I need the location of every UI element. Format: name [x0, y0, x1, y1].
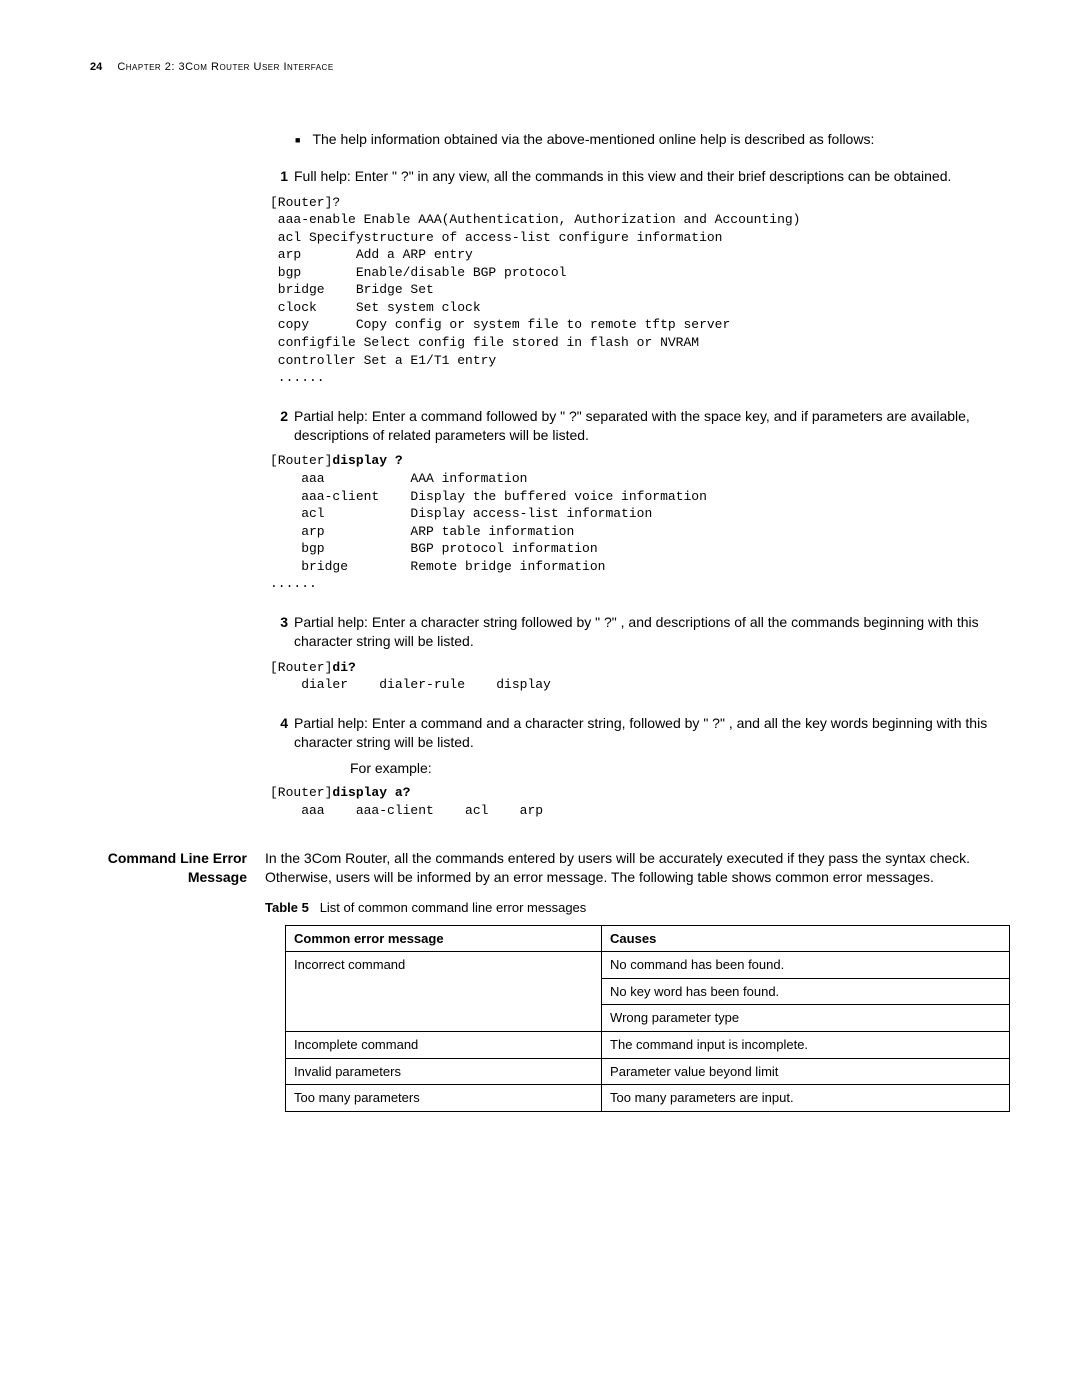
table-row: Invalid parameters Parameter value beyon… [286, 1058, 1010, 1085]
code-rest: aaa aaa-client acl arp [270, 803, 543, 818]
table-cell: Incorrect command [286, 952, 602, 1032]
intro-bullet: ■ The help information obtained via the … [295, 130, 990, 149]
list-item: 2 Partial help: Enter a command followed… [270, 407, 990, 445]
side-label-line2: Message [188, 869, 247, 885]
code-bold: display ? [332, 453, 402, 468]
table-row: Incorrect command No command has been fo… [286, 952, 1010, 979]
intro-text: The help information obtained via the ab… [312, 130, 874, 149]
side-label-line1: Command Line Error [108, 850, 247, 866]
code-block: [Router]display ? aaa AAA information aa… [270, 452, 990, 592]
item-number: 2 [270, 407, 288, 445]
code-bold: di? [332, 660, 355, 675]
item-number: 4 [270, 714, 288, 752]
code-prefix: [Router] [270, 660, 332, 675]
code-block: [Router]display a? aaa aaa-client acl ar… [270, 784, 990, 819]
table-cell: Too many parameters are input. [602, 1085, 1010, 1112]
item-text: Partial help: Enter a command and a char… [294, 714, 990, 752]
table-header-cell: Common error message [286, 925, 602, 952]
table-cell: No key word has been found. [602, 978, 1010, 1005]
table-row: Too many parameters Too many parameters … [286, 1085, 1010, 1112]
table-caption: Table 5 List of common command line erro… [265, 899, 990, 917]
section-paragraph: In the 3Com Router, all the commands ent… [265, 849, 990, 887]
square-bullet-icon: ■ [295, 134, 300, 149]
list-item: 4 Partial help: Enter a command and a ch… [270, 714, 990, 752]
code-block: [Router]? aaa-enable Enable AAA(Authenti… [270, 194, 990, 387]
section-side-label: Command Line Error Message [90, 849, 265, 1111]
table-cell: Too many parameters [286, 1085, 602, 1112]
table-cell: No command has been found. [602, 952, 1010, 979]
item-text: Partial help: Enter a command followed b… [294, 407, 990, 445]
table-row: Incomplete command The command input is … [286, 1031, 1010, 1058]
page-number: 24 [90, 60, 102, 75]
error-message-section: Command Line Error Message In the 3Com R… [90, 849, 990, 1111]
item-number: 3 [270, 613, 288, 651]
item-text: Full help: Enter " ?" in any view, all t… [294, 167, 990, 186]
code-rest: dialer dialer-rule display [270, 677, 551, 692]
section-content: In the 3Com Router, all the commands ent… [265, 849, 990, 1111]
table-cell: Incomplete command [286, 1031, 602, 1058]
for-example-label: For example: [350, 759, 990, 778]
list-item: 3 Partial help: Enter a character string… [270, 613, 990, 651]
list-item: 1 Full help: Enter " ?" in any view, all… [270, 167, 990, 186]
table-header-cell: Causes [602, 925, 1010, 952]
table-number: Table 5 [265, 900, 309, 915]
page-header: 24 Chapter 2: 3Com Router User Interface [90, 60, 990, 75]
code-prefix: [Router] [270, 453, 332, 468]
main-content: ■ The help information obtained via the … [270, 130, 990, 820]
chapter-title: Chapter 2: 3Com Router User Interface [117, 61, 333, 73]
code-block: [Router]di? dialer dialer-rule display [270, 659, 990, 694]
table-cell: Wrong parameter type [602, 1005, 1010, 1032]
error-messages-table: Common error message Causes Incorrect co… [285, 925, 1010, 1112]
table-cell: The command input is incomplete. [602, 1031, 1010, 1058]
code-prefix: [Router] [270, 785, 332, 800]
table-cell: Parameter value beyond limit [602, 1058, 1010, 1085]
table-title: List of common command line error messag… [320, 900, 587, 915]
code-bold: display a? [332, 785, 410, 800]
item-text: Partial help: Enter a character string f… [294, 613, 990, 651]
item-number: 1 [270, 167, 288, 186]
table-cell: Invalid parameters [286, 1058, 602, 1085]
code-rest: aaa AAA information aaa-client Display t… [270, 471, 707, 591]
